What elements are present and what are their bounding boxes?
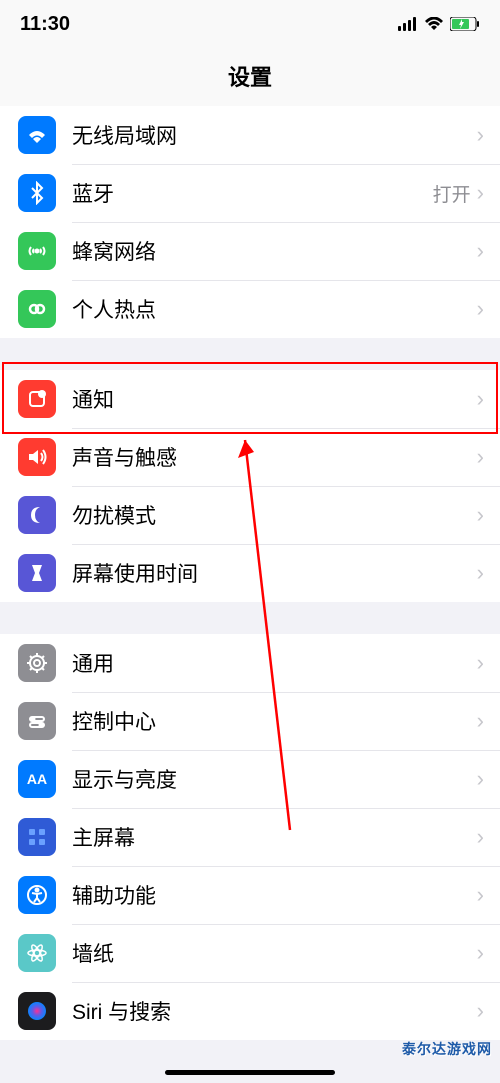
page-header: 设置: [0, 48, 500, 106]
row-bluetooth[interactable]: 蓝牙 打开 ›: [0, 164, 500, 222]
chevron-icon: ›: [477, 824, 500, 850]
wifi-status-icon: [424, 17, 444, 31]
chevron-icon: ›: [477, 502, 500, 528]
chevron-icon: ›: [477, 998, 500, 1024]
row-label: 无线局域网: [72, 120, 477, 150]
svg-text:AA: AA: [27, 771, 47, 787]
status-bar: 11:30: [0, 0, 500, 48]
row-display[interactable]: AA 显示与亮度 ›: [0, 750, 500, 808]
settings-group-general: 通用 › 控制中心 › AA 显示与亮度 › 主屏幕 › 辅助功能 › 墙纸 ›: [0, 634, 500, 1040]
chevron-icon: ›: [477, 296, 500, 322]
chevron-icon: ›: [477, 180, 500, 206]
chevron-icon: ›: [477, 708, 500, 734]
row-homescreen[interactable]: 主屏幕 ›: [0, 808, 500, 866]
row-label: 个人热点: [72, 294, 477, 324]
homescreen-icon: [18, 818, 56, 856]
signal-icon: [398, 17, 418, 31]
sound-icon: [18, 438, 56, 476]
row-label: 蜂窝网络: [72, 236, 477, 266]
settings-group-notifications: 通知 › 声音与触感 › 勿扰模式 › 屏幕使用时间 ›: [0, 370, 500, 602]
row-dnd[interactable]: 勿扰模式 ›: [0, 486, 500, 544]
chevron-icon: ›: [477, 766, 500, 792]
row-screentime[interactable]: 屏幕使用时间 ›: [0, 544, 500, 602]
chevron-icon: ›: [477, 560, 500, 586]
row-general[interactable]: 通用 ›: [0, 634, 500, 692]
wifi-icon: [18, 116, 56, 154]
row-label: 蓝牙: [72, 178, 433, 208]
row-accessibility[interactable]: 辅助功能 ›: [0, 866, 500, 924]
row-label: 控制中心: [72, 706, 477, 736]
chevron-icon: ›: [477, 444, 500, 470]
row-label: 显示与亮度: [72, 764, 477, 794]
row-label: 声音与触感: [72, 442, 477, 472]
row-label: Siri 与搜索: [72, 996, 477, 1026]
chevron-icon: ›: [477, 882, 500, 908]
screentime-icon: [18, 554, 56, 592]
watermark: 泰尔达游戏网: [402, 1039, 492, 1059]
row-siri[interactable]: Siri 与搜索 ›: [0, 982, 500, 1040]
hotspot-icon: [18, 290, 56, 328]
page-title: 设置: [0, 60, 500, 92]
accessibility-icon: [18, 876, 56, 914]
chevron-icon: ›: [477, 122, 500, 148]
row-label: 辅助功能: [72, 880, 477, 910]
dnd-icon: [18, 496, 56, 534]
row-notifications[interactable]: 通知 ›: [0, 370, 500, 428]
row-wallpaper[interactable]: 墙纸 ›: [0, 924, 500, 982]
general-icon: [18, 644, 56, 682]
row-label: 主屏幕: [72, 822, 477, 852]
row-value: 打开: [433, 180, 471, 207]
row-wifi[interactable]: 无线局域网 ›: [0, 106, 500, 164]
chevron-icon: ›: [477, 238, 500, 264]
home-indicator: [165, 1070, 335, 1075]
cellular-icon: [18, 232, 56, 270]
row-cellular[interactable]: 蜂窝网络 ›: [0, 222, 500, 280]
row-hotspot[interactable]: 个人热点 ›: [0, 280, 500, 338]
row-label: 屏幕使用时间: [72, 558, 477, 588]
bluetooth-icon: [18, 174, 56, 212]
battery-icon: [450, 17, 480, 31]
status-time: 11:30: [20, 13, 70, 36]
status-icons: [398, 17, 480, 31]
notification-icon: [18, 380, 56, 418]
chevron-icon: ›: [477, 650, 500, 676]
siri-icon: [18, 992, 56, 1030]
row-label: 勿扰模式: [72, 500, 477, 530]
control-icon: [18, 702, 56, 740]
row-control-center[interactable]: 控制中心 ›: [0, 692, 500, 750]
row-sound[interactable]: 声音与触感 ›: [0, 428, 500, 486]
row-label: 通知: [72, 384, 477, 414]
row-label: 墙纸: [72, 938, 477, 968]
chevron-icon: ›: [477, 940, 500, 966]
settings-group-connectivity: 无线局域网 › 蓝牙 打开 › 蜂窝网络 › 个人热点 ›: [0, 106, 500, 338]
row-label: 通用: [72, 648, 477, 678]
chevron-icon: ›: [477, 386, 500, 412]
display-icon: AA: [18, 760, 56, 798]
wallpaper-icon: [18, 934, 56, 972]
